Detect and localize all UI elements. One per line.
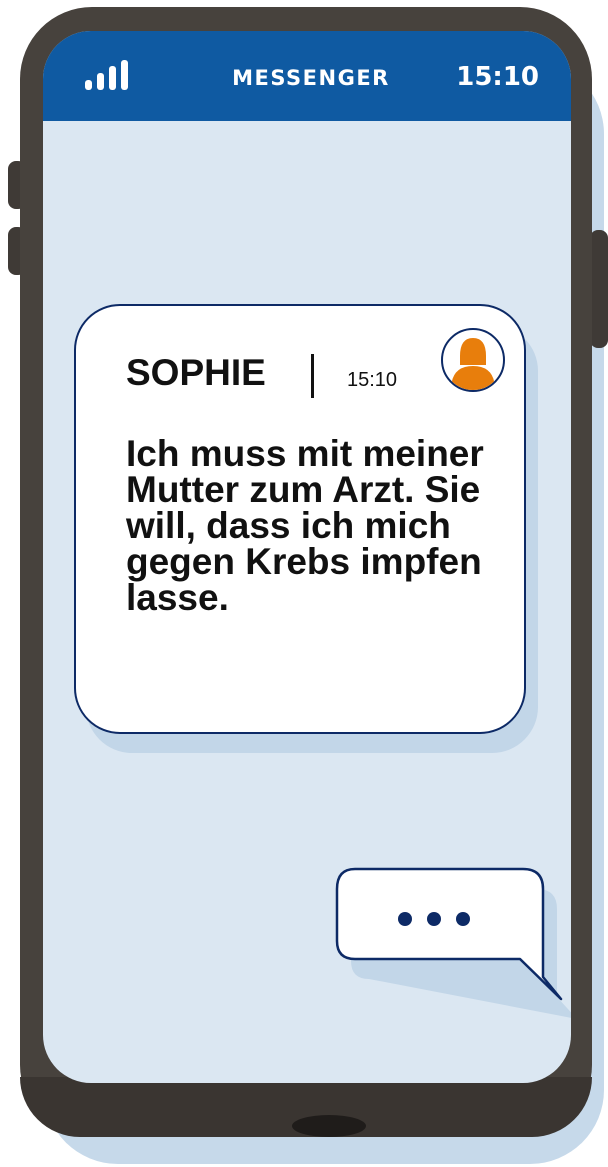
phone-frame: MESSENGER 15:10 SOPHIE 15:10 Ich muss mi… <box>20 7 592 1137</box>
phone-power-button <box>590 230 608 348</box>
status-bar: MESSENGER 15:10 <box>43 31 571 121</box>
message-text: Ich muss mit meiner Mutter zum Arzt. Sie… <box>126 433 484 618</box>
sender-name: SOPHIE <box>126 352 266 393</box>
status-clock: 15:10 <box>456 62 539 92</box>
typing-indicator-bubble[interactable] <box>335 867 565 1001</box>
phone-screen: MESSENGER 15:10 SOPHIE 15:10 Ich muss mi… <box>43 31 571 1083</box>
message-bubble[interactable]: SOPHIE 15:10 Ich muss mit meiner Mutter … <box>74 304 526 734</box>
avatar-figure <box>451 338 495 390</box>
home-button[interactable] <box>292 1115 366 1137</box>
typing-dots-icon <box>398 912 470 926</box>
person-avatar-icon[interactable] <box>441 328 505 392</box>
message-time: 15:10 <box>347 369 398 391</box>
header-divider <box>311 354 314 398</box>
